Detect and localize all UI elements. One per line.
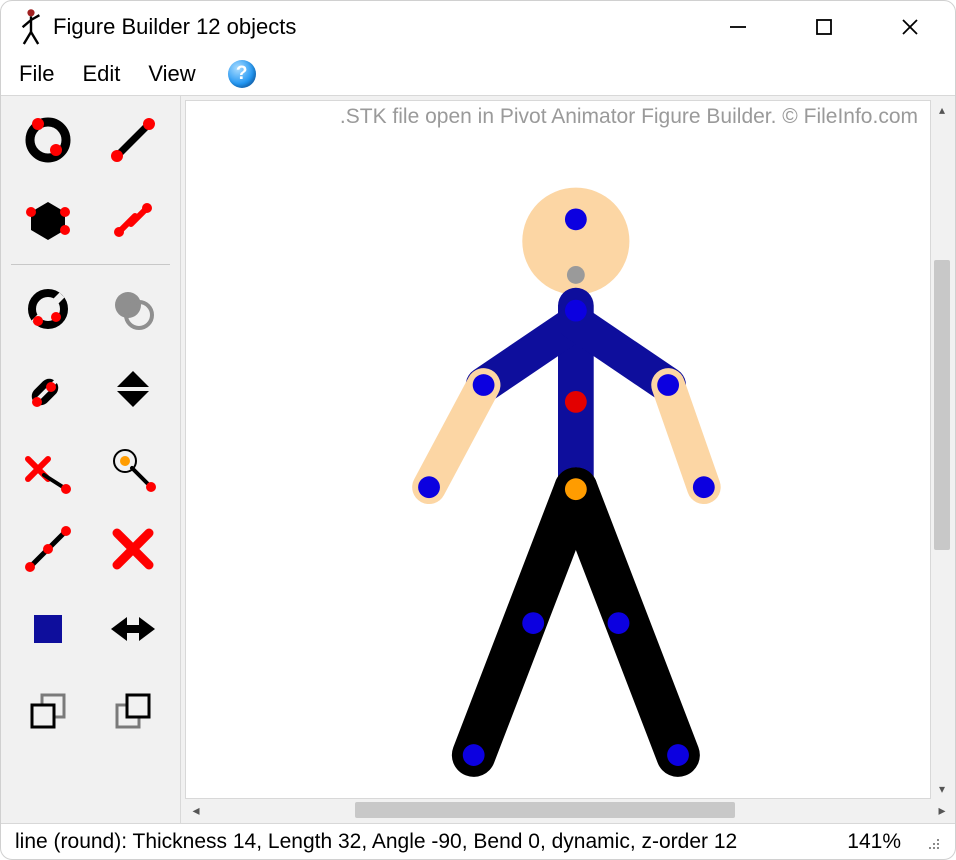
resize-grip-icon[interactable] xyxy=(923,833,941,851)
tool-toggle-circle[interactable] xyxy=(7,271,89,347)
minimize-button[interactable] xyxy=(715,7,761,47)
delete-icon xyxy=(105,521,161,577)
tool-add-circle[interactable] xyxy=(7,102,89,178)
tool-opacity[interactable] xyxy=(93,271,175,347)
window-controls xyxy=(715,7,947,47)
tool-delete-point[interactable] xyxy=(7,431,89,507)
tool-send-back[interactable] xyxy=(7,671,89,747)
split-icon xyxy=(20,521,76,577)
scroll-up-icon[interactable]: ▴ xyxy=(931,100,953,120)
menu-view[interactable]: View xyxy=(148,61,195,87)
tool-add-spring[interactable] xyxy=(93,182,175,258)
polygon-tool-icon xyxy=(20,192,76,248)
app-icon xyxy=(19,11,43,43)
hscroll-thumb[interactable] xyxy=(355,802,735,818)
delete-point-icon xyxy=(20,441,76,497)
origin-icon xyxy=(105,441,161,497)
horizontal-scrollbar[interactable]: ◂ ▸ xyxy=(185,799,953,821)
tool-toggle-line-circle[interactable] xyxy=(7,351,89,427)
flip-horizontal-icon xyxy=(105,601,161,657)
canvas[interactable]: .STK file open in Pivot Animator Figure … xyxy=(185,100,931,799)
vscroll-thumb[interactable] xyxy=(934,260,950,550)
tool-set-origin[interactable] xyxy=(93,431,175,507)
tool-split-segment[interactable] xyxy=(7,511,89,587)
toolbox xyxy=(1,96,181,823)
flip-vertical-icon xyxy=(105,361,161,417)
titlebar: Figure Builder 12 objects xyxy=(1,1,955,53)
opacity-icon xyxy=(105,281,161,337)
tool-divider xyxy=(11,264,170,265)
close-icon xyxy=(900,17,920,37)
tool-add-line[interactable] xyxy=(93,102,175,178)
spring-tool-icon xyxy=(105,192,161,248)
maximize-icon xyxy=(815,18,833,36)
zoom-level: 141% xyxy=(847,830,905,854)
tool-flip-horizontal[interactable] xyxy=(93,591,175,667)
canvas-area: .STK file open in Pivot Animator Figure … xyxy=(181,96,955,823)
tool-delete[interactable] xyxy=(93,511,175,587)
tool-add-polygon[interactable] xyxy=(7,182,89,258)
toggle-circle-icon xyxy=(20,281,76,337)
tool-fill-color[interactable] xyxy=(7,591,89,667)
maximize-button[interactable] xyxy=(801,7,847,47)
scroll-right-icon[interactable]: ▸ xyxy=(931,799,953,821)
send-back-icon xyxy=(20,681,76,737)
scroll-down-icon[interactable]: ▾ xyxy=(931,779,953,799)
menu-edit[interactable]: Edit xyxy=(82,61,120,87)
window-title: Figure Builder 12 objects xyxy=(53,14,296,40)
tool-bring-front[interactable] xyxy=(93,671,175,747)
stick-figure xyxy=(186,101,930,798)
line-circle-toggle-icon xyxy=(20,361,76,417)
status-info: line (round): Thickness 14, Length 32, A… xyxy=(15,830,737,854)
fill-color-icon xyxy=(20,601,76,657)
vertical-scrollbar[interactable]: ▴ ▾ xyxy=(931,100,953,799)
scroll-left-icon[interactable]: ◂ xyxy=(185,799,207,821)
line-tool-icon xyxy=(105,112,161,168)
minimize-icon xyxy=(729,18,747,36)
bring-front-icon xyxy=(105,681,161,737)
help-icon[interactable]: ? xyxy=(228,60,256,88)
statusbar: line (round): Thickness 14, Length 32, A… xyxy=(1,823,955,859)
menu-file[interactable]: File xyxy=(19,61,54,87)
main-area: .STK file open in Pivot Animator Figure … xyxy=(1,95,955,823)
tool-flip-vertical[interactable] xyxy=(93,351,175,427)
menubar: File Edit View ? xyxy=(1,53,955,95)
circle-tool-icon xyxy=(20,112,76,168)
close-button[interactable] xyxy=(887,7,933,47)
